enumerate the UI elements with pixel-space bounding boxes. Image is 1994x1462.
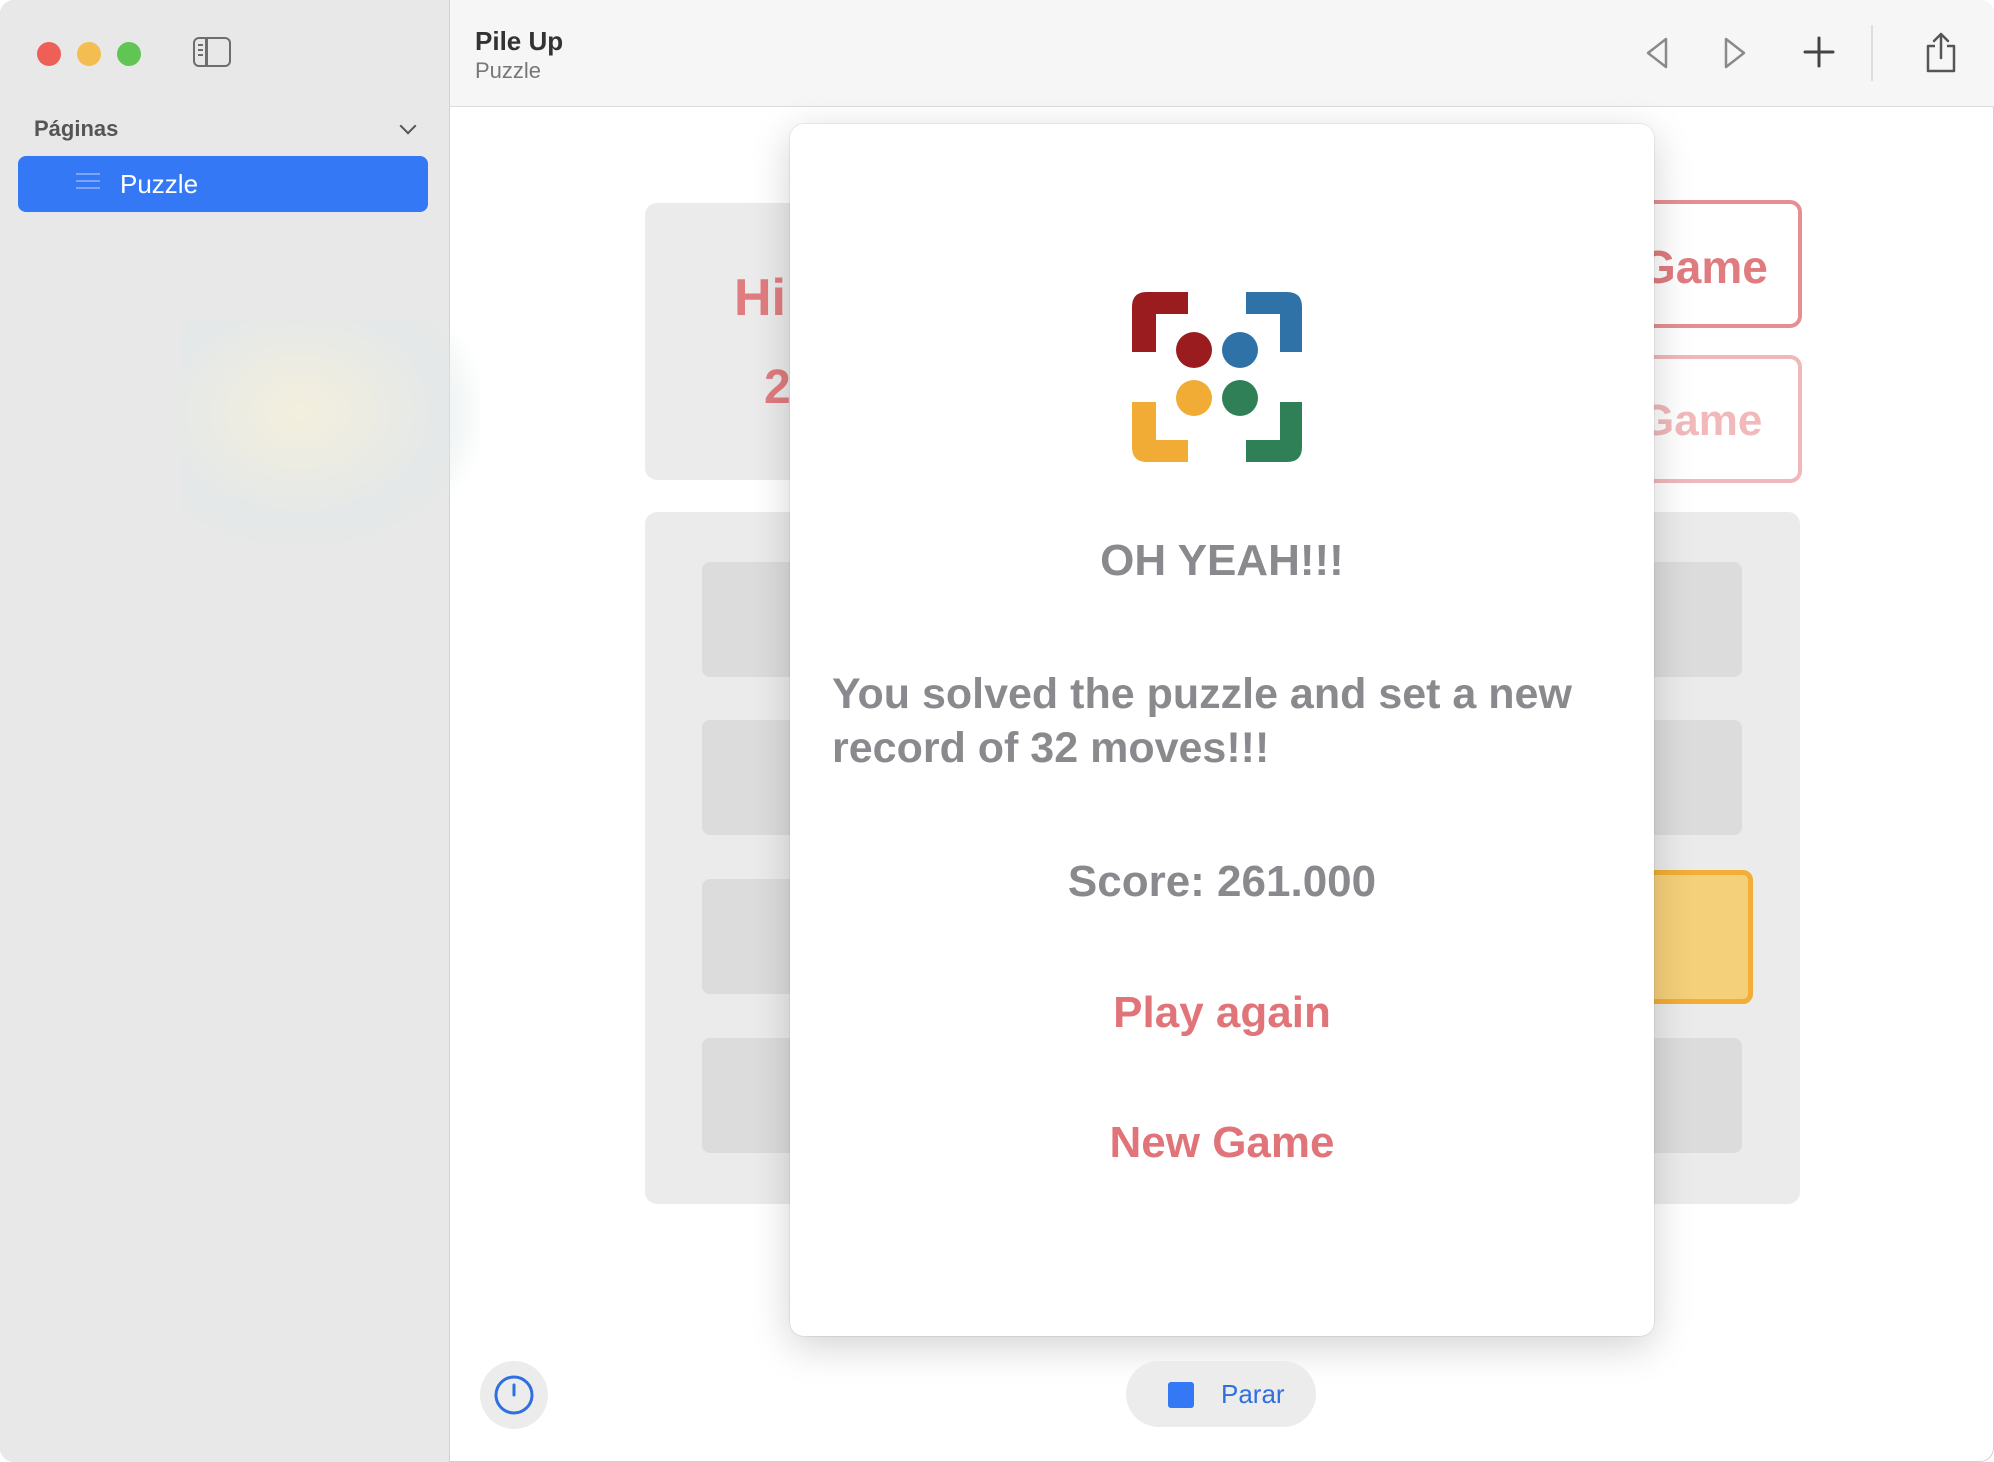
sidebar: Páginas Puzzle bbox=[0, 0, 480, 1462]
speed-button[interactable] bbox=[480, 1361, 548, 1429]
win-dialog: OH YEAH!!! You solved the puzzle and set… bbox=[790, 124, 1654, 1336]
dialog-message: You solved the puzzle and set a new reco… bbox=[832, 670, 1572, 772]
pile-up-logo-icon bbox=[1132, 292, 1302, 462]
minimize-window-button[interactable] bbox=[77, 42, 101, 66]
plus-icon[interactable] bbox=[1802, 35, 1836, 69]
app-subtitle: Puzzle bbox=[475, 58, 542, 83]
header: Pile Up Puzzle bbox=[450, 0, 1994, 107]
dialog-heading: OH YEAH!!! bbox=[1100, 536, 1344, 585]
sidebar-item-puzzle[interactable]: Puzzle bbox=[18, 156, 428, 212]
sidebar-item-label: Puzzle bbox=[120, 169, 199, 199]
dialog-score: Score: 261.000 bbox=[1067, 857, 1377, 906]
chevron-down-icon[interactable] bbox=[399, 117, 417, 135]
text-lines-icon bbox=[76, 173, 100, 195]
speedometer-icon bbox=[494, 1375, 534, 1415]
button2-label-partial: Game bbox=[1640, 396, 1763, 445]
toolbar-divider bbox=[1871, 25, 1873, 81]
new-game-button[interactable]: New Game bbox=[790, 1118, 1654, 1168]
back-triangle-icon[interactable] bbox=[1644, 36, 1670, 70]
forward-triangle-icon[interactable] bbox=[1722, 36, 1748, 70]
app-window: Páginas Puzzle Pile Up Puzzle Hi 2 Game … bbox=[0, 0, 1994, 1462]
pages-section-title: Páginas bbox=[34, 116, 119, 141]
stop-icon bbox=[1168, 1382, 1194, 1408]
sidebar-toggle-icon[interactable] bbox=[193, 37, 231, 67]
stat-label-partial: Hi bbox=[734, 269, 786, 327]
play-again-button[interactable]: Play again bbox=[790, 988, 1654, 1038]
stop-button[interactable]: Parar bbox=[1126, 1361, 1316, 1427]
maximize-window-button[interactable] bbox=[117, 42, 141, 66]
sidebar-glow bbox=[180, 320, 480, 550]
stop-label: Parar bbox=[1221, 1379, 1285, 1409]
button1-label-partial: Game bbox=[1640, 241, 1768, 293]
close-window-button[interactable] bbox=[37, 42, 61, 66]
stat-value-partial: 2 bbox=[764, 361, 791, 414]
share-icon[interactable] bbox=[1924, 30, 1958, 74]
pages-section-header[interactable]: Páginas bbox=[34, 116, 417, 146]
app-title: Pile Up bbox=[475, 26, 564, 56]
